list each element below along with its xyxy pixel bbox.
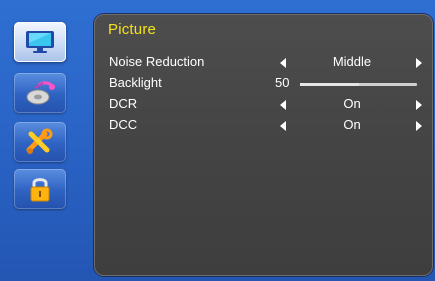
left-arrow-icon[interactable] [280,58,286,68]
menu-title: Picture [108,21,157,38]
left-arrow-icon[interactable] [280,100,286,110]
sidebar-item-picture[interactable] [14,22,66,62]
noise-reduction-value: Middle [332,54,372,69]
backlight-slider[interactable] [300,83,417,86]
left-arrow-icon[interactable] [280,121,286,131]
noise-reduction-label: Noise Reduction [109,54,205,69]
dcr-value: On [343,96,361,111]
right-arrow-icon[interactable] [416,121,422,131]
dcc-value: On [343,117,361,132]
noise-reduction-row[interactable]: Noise Reduction Middle [94,54,433,72]
dcr-row[interactable]: DCR On [94,96,433,114]
backlight-row[interactable]: Backlight 50 [94,75,433,93]
lock-icon [30,178,50,202]
backlight-value: 50 [275,75,290,90]
right-arrow-icon[interactable] [416,100,422,110]
sidebar-item-audio[interactable] [14,73,66,113]
dcc-label: DCC [109,117,138,132]
right-arrow-icon[interactable] [416,58,422,68]
tools-icon [26,128,53,154]
dcc-row[interactable]: DCC On [94,117,433,135]
sidebar-item-settings[interactable] [14,122,66,162]
dcr-label: DCR [109,96,138,111]
picture-menu-panel: Picture Noise Reduction Middle Backlight… [94,14,433,276]
monitor-icon [26,31,54,53]
backlight-label: Backlight [109,75,162,90]
audio-disc-icon [26,81,55,105]
sidebar [0,0,88,281]
sidebar-item-lock[interactable] [14,169,66,209]
backlight-slider-fill [300,83,359,86]
